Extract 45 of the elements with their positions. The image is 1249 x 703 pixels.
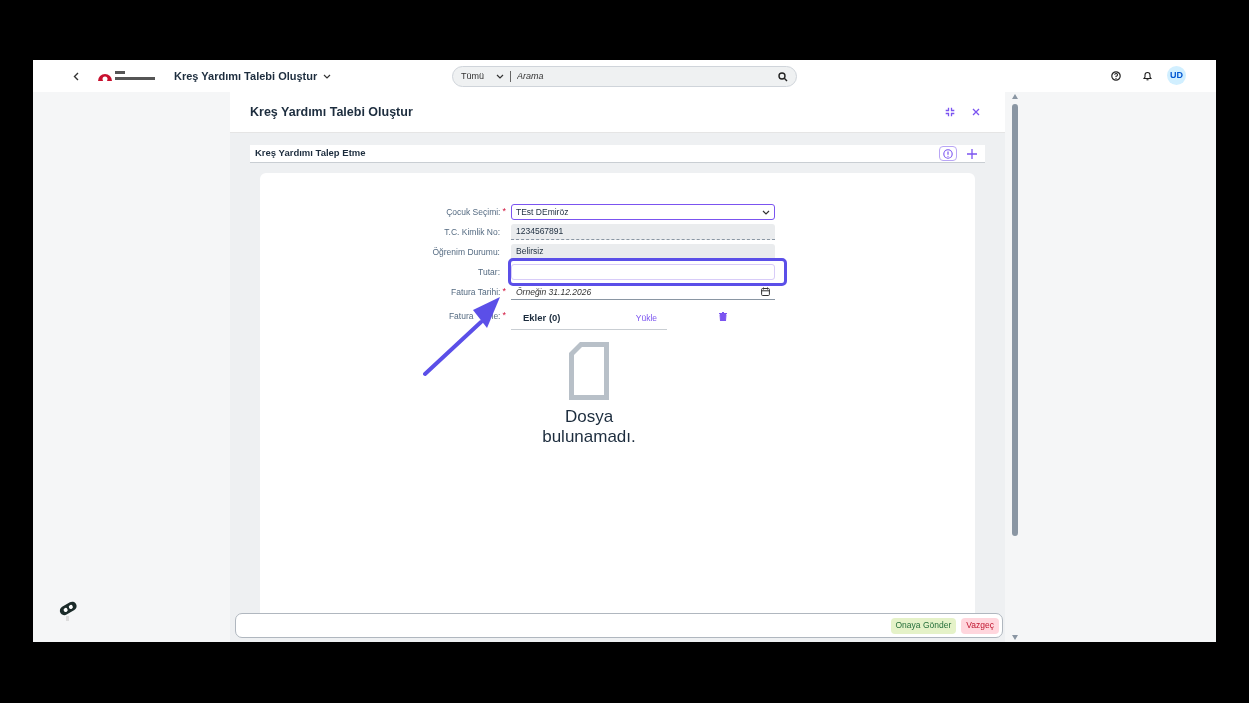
amount-input[interactable] (511, 264, 775, 280)
scroll-down-icon[interactable] (1012, 635, 1018, 640)
search-scope[interactable]: Tümü (461, 69, 484, 84)
attachments-title: Ekler (0) (523, 311, 561, 326)
section-title: Kreş Yardımı Talep Etme (255, 146, 366, 161)
calendar-icon[interactable] (761, 287, 770, 296)
search-input[interactable]: Arama (517, 69, 778, 84)
search-field[interactable]: Tümü Arama (452, 66, 797, 87)
chevron-down-icon (323, 73, 332, 79)
trash-icon[interactable] (719, 311, 727, 321)
help-icon[interactable] (1111, 71, 1121, 81)
logo-icon[interactable] (97, 69, 157, 83)
exit-fullscreen-icon[interactable] (945, 107, 955, 117)
cancel-button[interactable]: Vazgeç (961, 617, 999, 634)
chevron-down-icon[interactable] (496, 74, 504, 79)
readonly-field: 1234567891 (511, 224, 775, 240)
chevron-down-icon (762, 209, 770, 215)
scroll-up-icon[interactable] (1012, 94, 1018, 99)
scrollbar-thumb[interactable] (1012, 104, 1018, 536)
search-icon[interactable] (778, 71, 788, 82)
date-field[interactable]: Örneğin 31.12.2026 (511, 284, 775, 300)
required-asterisk: * (502, 285, 506, 299)
user-avatar[interactable]: UD (1167, 66, 1186, 85)
field-label: Fatura (448, 309, 474, 323)
info-button[interactable] (939, 146, 957, 161)
info-icon (943, 148, 953, 159)
required-asterisk: * (502, 205, 506, 219)
add-icon[interactable] (967, 148, 977, 159)
field-label: Öğrenim Durumu: (432, 245, 500, 259)
empty-file-icon (566, 341, 612, 401)
notification-bell-icon[interactable] (1143, 71, 1152, 81)
field-label: Fatura Tarihi: (451, 285, 501, 299)
field-label: Tutar: (478, 265, 500, 279)
app-title-menu[interactable]: Kreş Yardımı Talebi Oluştur (174, 68, 332, 85)
required-asterisk: * (502, 309, 506, 323)
child-select[interactable]: TEst DEmiröz (511, 204, 775, 220)
upload-link[interactable]: Yükle (635, 312, 657, 325)
field-label: Çocuk Seçimi: (446, 205, 501, 219)
submit-button[interactable]: Onaya Gönder (890, 617, 957, 634)
back-icon[interactable] (73, 72, 79, 81)
dialog-title: Kreş Yardımı Talebi Oluştur (250, 103, 413, 121)
close-icon[interactable] (972, 108, 980, 116)
field-label: T.C. Kimlik No: (444, 225, 500, 239)
empty-state-text: Dosya bulunamadı. (541, 407, 637, 447)
scrollbar[interactable] (1011, 94, 1019, 640)
